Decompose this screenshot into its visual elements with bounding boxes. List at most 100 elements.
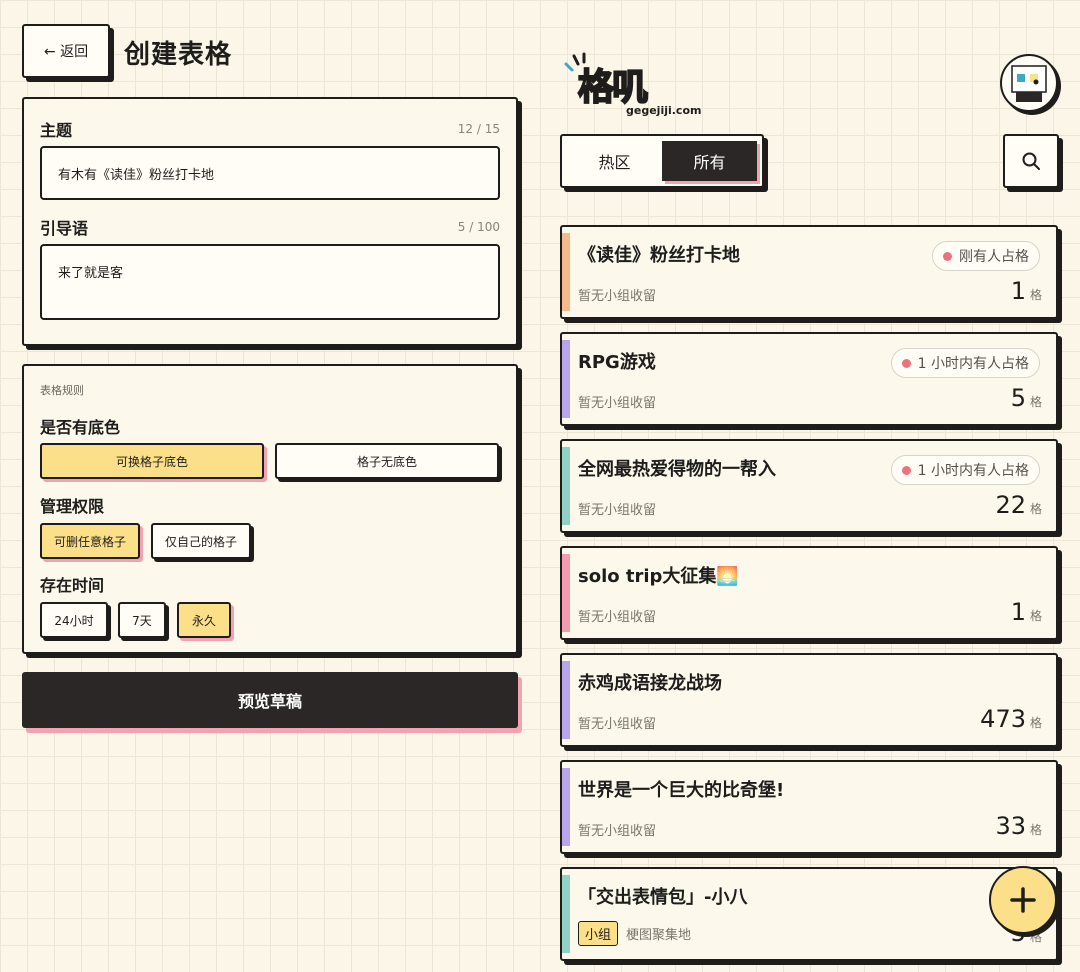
- post-color-bar: [562, 447, 570, 525]
- logo-sub: gegejiji.com: [626, 104, 702, 117]
- intro-textarea[interactable]: 来了就是客: [40, 244, 500, 320]
- post-subtitle: 梗图聚集地: [626, 928, 692, 943]
- brand-logo: 格叽 gegejiji.com: [560, 50, 702, 120]
- post-card[interactable]: 《读佳》粉丝打卡地暂无小组收留 1 格 刚有人占格: [560, 225, 1058, 319]
- post-card[interactable]: solo trip大征集🌅 暂无小组收留 1 格: [560, 546, 1058, 640]
- option-bg-none[interactable]: 格子无底色: [275, 443, 499, 479]
- post-count: 1格: [1011, 277, 1042, 305]
- post-count-unit: 格: [1029, 716, 1042, 730]
- post-subtitle-row: 暂无小组收留: [578, 285, 656, 304]
- post-title: solo trip大征集🌅: [578, 566, 739, 587]
- post-subtitle: 暂无小组收留: [578, 289, 657, 304]
- post-count-unit: 格: [1029, 395, 1042, 409]
- search-icon: [1022, 152, 1040, 170]
- post-count-number: 22: [995, 491, 1026, 519]
- post-title: 「交出表情包」-小八: [578, 887, 748, 908]
- post-card[interactable]: 全网最热爱得物的一帮入暂无小组收留 22 格 1 小时内有人占格: [560, 439, 1058, 533]
- post-count-unit: 格: [1029, 288, 1042, 302]
- intro-header: 引导语 5 / 100: [40, 215, 500, 239]
- preview-draft-button[interactable]: 预览草稿: [22, 672, 518, 728]
- activity-dot-icon: [901, 465, 911, 475]
- option-7d[interactable]: 7天: [118, 602, 166, 638]
- post-subtitle: 暂无小组收留: [578, 503, 657, 518]
- post-color-bar: [562, 554, 570, 632]
- post-subtitle: 暂无小组收留: [578, 824, 657, 839]
- activity-dot-icon: [943, 251, 952, 261]
- option-permanent[interactable]: 永久: [177, 602, 231, 638]
- activity-badge-text: 1 小时内有人占格: [917, 463, 1029, 479]
- post-count-unit: 格: [1029, 823, 1042, 837]
- option-own-only[interactable]: 仅自己的格子: [151, 523, 251, 559]
- post-card[interactable]: 「交出表情包」-小八小组梗图聚集地5格: [560, 867, 1058, 961]
- logo-text: 格叽: [577, 58, 649, 110]
- logo-text-value: 格叽: [577, 66, 649, 109]
- post-count-number: 1: [1010, 598, 1026, 626]
- post-title: 全网最热爱得物的一帮入: [578, 459, 776, 480]
- post-count-unit: 格: [1029, 609, 1042, 623]
- post-color-bar: [562, 875, 570, 953]
- rules-card: 表格规则 是否有底色 可换格子底色 格子无底色 管理权限 可删任意格子 仅自己的…: [22, 364, 518, 654]
- post-count-number: 5: [1010, 384, 1026, 412]
- post-count-unit: 格: [1029, 502, 1042, 516]
- intro-value: 来了就是客: [58, 266, 124, 281]
- post-color-bar: [562, 661, 570, 739]
- topic-header: 主题 12 / 15: [40, 117, 500, 141]
- add-button[interactable]: [989, 866, 1057, 934]
- topic-input[interactable]: 有木有《读佳》粉丝打卡地: [40, 146, 500, 200]
- tab-all[interactable]: 所有: [662, 141, 757, 181]
- topic-count: 12 / 15: [457, 122, 500, 136]
- post-count-number: 473: [980, 705, 1026, 733]
- post-card[interactable]: 赤鸡成语接龙战场暂无小组收留 473 格: [560, 653, 1058, 747]
- activity-badge: 刚有人占格: [932, 241, 1040, 271]
- post-color-bar: [562, 233, 570, 311]
- post-subtitle: 暂无小组收留: [578, 717, 657, 732]
- post-card[interactable]: RPG游戏暂无小组收留 5 格 1 小时内有人占格: [560, 332, 1058, 426]
- post-title: 赤鸡成语接龙战场: [578, 673, 722, 694]
- post-title: 《读佳》粉丝打卡地: [578, 245, 740, 266]
- post-count: 33 格: [995, 812, 1042, 840]
- post-count: 22 格: [995, 491, 1042, 519]
- topic-label: 主题: [40, 121, 73, 140]
- back-button[interactable]: ← 返回: [22, 24, 110, 78]
- plus-icon: [1010, 887, 1036, 913]
- post-count: 1格: [1011, 598, 1042, 626]
- post-subtitle-row: 暂无小组收留: [578, 713, 656, 732]
- post-color-bar: [562, 768, 570, 846]
- post-subtitle-row: 暂无小组收留: [578, 392, 656, 411]
- post-card[interactable]: 世界是一个巨大的比奇堡! 暂无小组收留 33 格: [560, 760, 1058, 854]
- option-24h[interactable]: 24小时: [40, 602, 108, 638]
- post-subtitle-row: 暂无小组收留: [578, 606, 656, 625]
- tab-bar: 热区 所有: [560, 134, 764, 188]
- post-subtitle-row: 暂无小组收留: [578, 499, 656, 518]
- page-title: 创建表格: [124, 40, 233, 70]
- activity-badge-text: 1 小时内有人占格: [917, 356, 1029, 372]
- post-subtitle: 暂无小组收留: [578, 396, 657, 411]
- rules-section-label: 表格规则: [40, 384, 84, 397]
- post-title: RPG游戏: [578, 352, 656, 373]
- option-delete-any[interactable]: 可删任意格子: [40, 523, 140, 559]
- activity-dot-icon: [901, 358, 911, 368]
- intro-count: 5 / 100: [457, 220, 500, 234]
- intro-label: 引导语: [40, 219, 89, 238]
- post-count: 5格: [1011, 384, 1042, 412]
- post-subtitle-row: 小组 梗图聚集地: [578, 921, 691, 946]
- search-button[interactable]: [1003, 134, 1059, 188]
- avatar-character-icon: [1011, 65, 1047, 102]
- post-title: 世界是一个巨大的比奇堡!: [578, 780, 785, 801]
- post-count-number: 1: [1010, 277, 1026, 305]
- tab-hot[interactable]: 热区: [567, 141, 662, 181]
- back-label: ← 返回: [43, 44, 89, 60]
- bg-color-label: 是否有底色: [40, 418, 121, 437]
- option-bg-changeable[interactable]: 可换格子底色: [40, 443, 264, 479]
- post-color-bar: [562, 340, 570, 418]
- activity-badge: 1 小时内有人占格: [890, 455, 1040, 485]
- avatar[interactable]: [1000, 54, 1058, 112]
- activity-badge-text: 刚有人占格: [959, 249, 1029, 265]
- post-count-number: 33: [995, 812, 1026, 840]
- topic-card: 主题 12 / 15 有木有《读佳》粉丝打卡地 引导语 5 / 100 来了就是…: [22, 97, 518, 346]
- activity-badge: 1 小时内有人占格: [890, 348, 1040, 378]
- topic-value: 有木有《读佳》粉丝打卡地: [58, 167, 215, 183]
- post-subtitle-row: 暂无小组收留: [578, 820, 656, 839]
- post-count: 473 格: [980, 705, 1042, 733]
- group-badge: 小组: [578, 921, 619, 946]
